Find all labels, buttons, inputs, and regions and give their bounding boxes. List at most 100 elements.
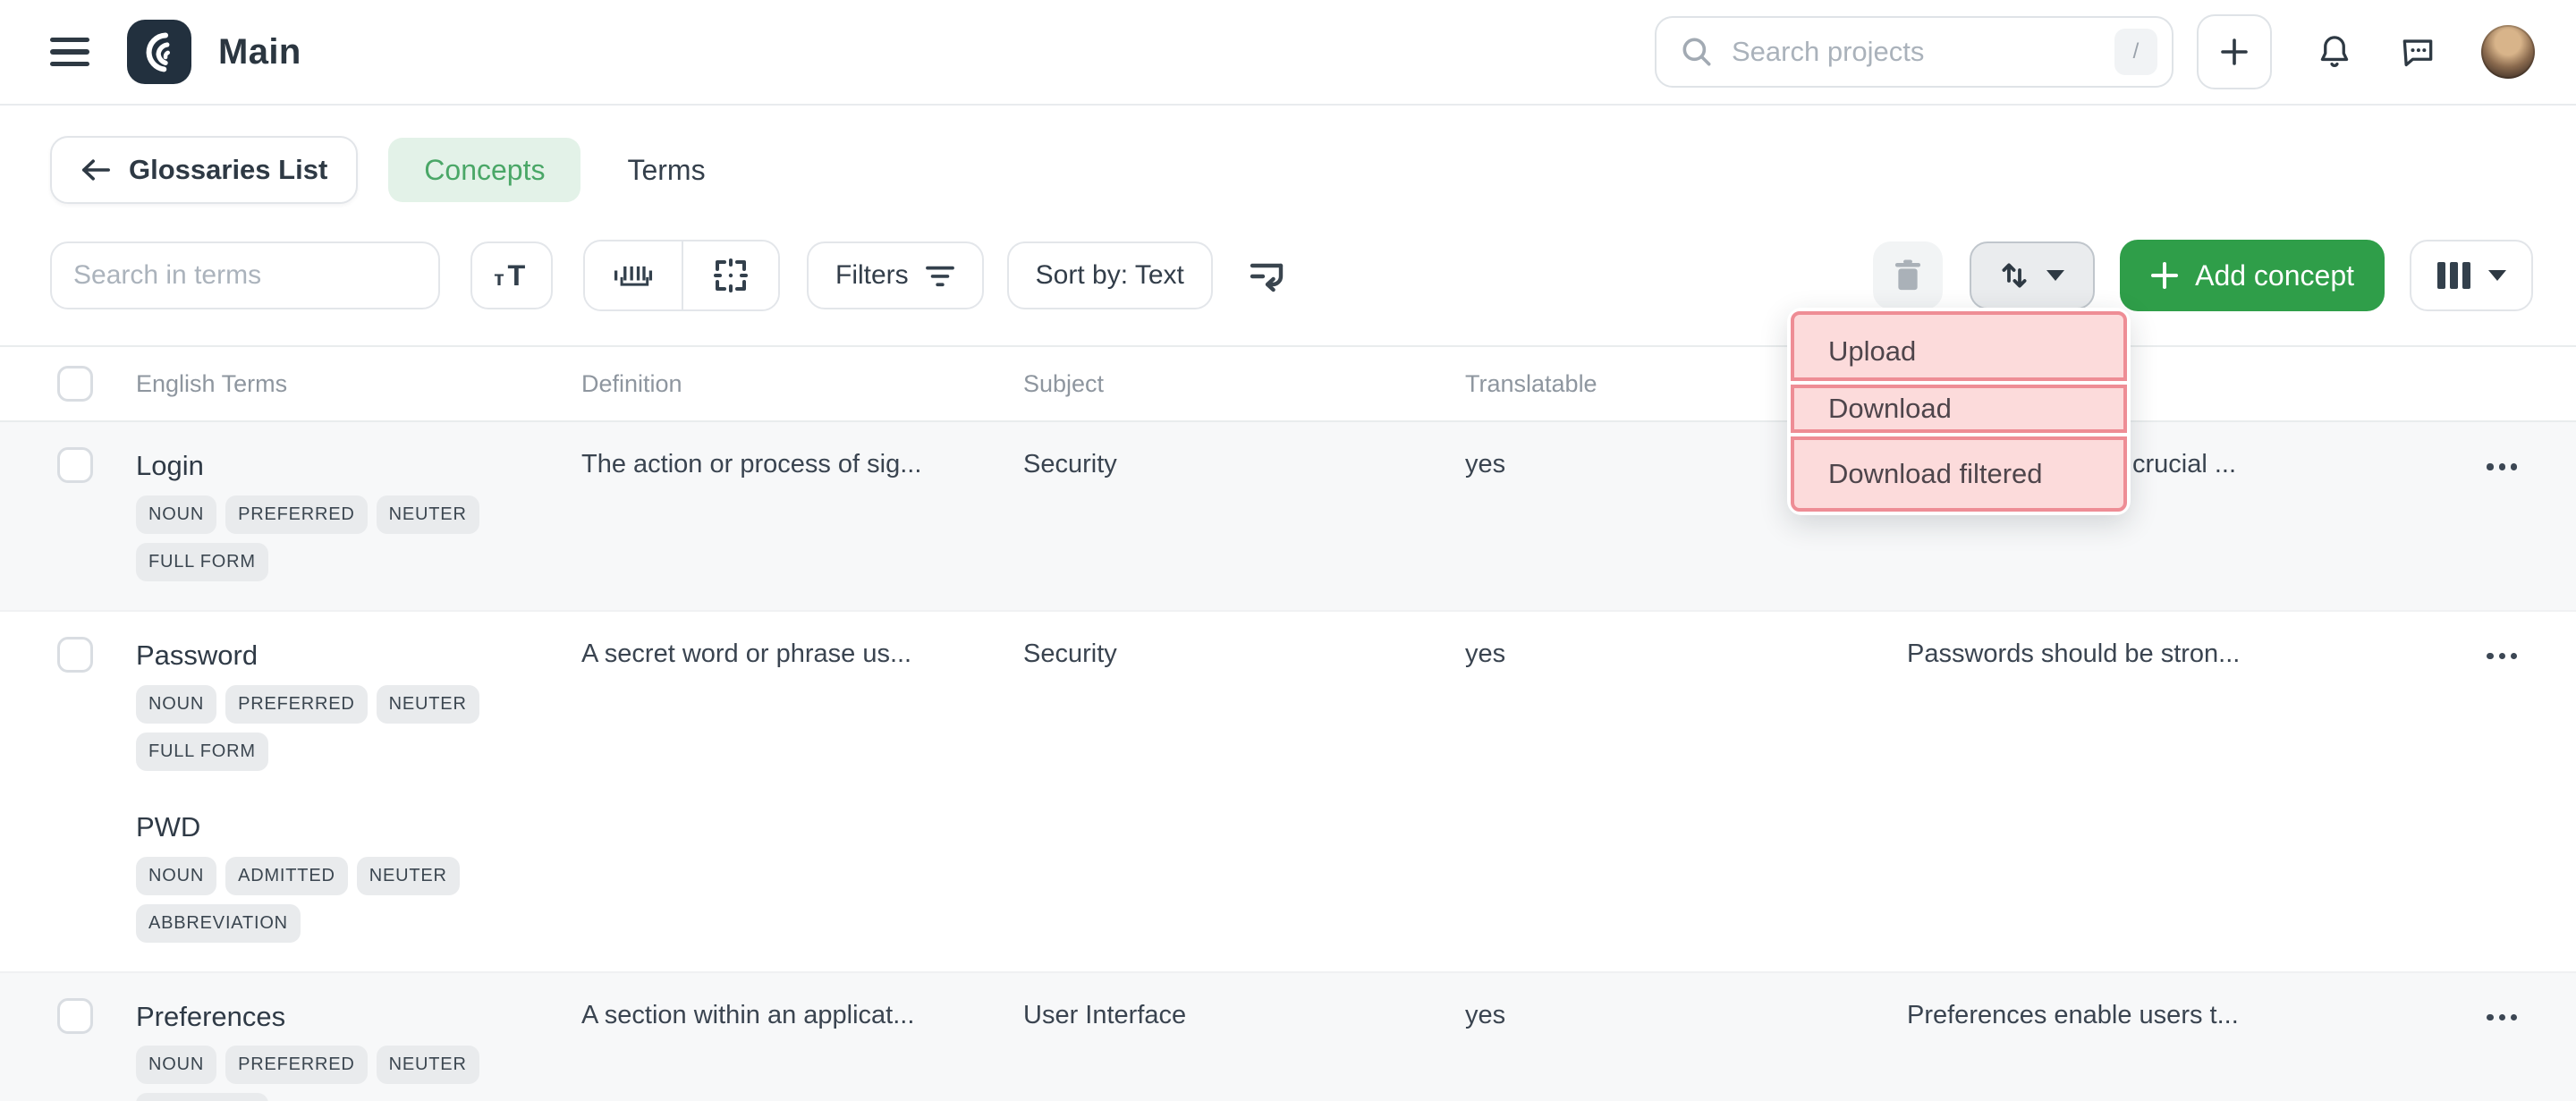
user-avatar[interactable] (2481, 25, 2535, 79)
exact-selection-button[interactable] (682, 241, 778, 309)
selection-frame-icon (711, 256, 750, 295)
plus-icon (2150, 261, 2179, 290)
table-header-row: English Terms Definition Subject Transla… (0, 345, 2576, 422)
row-actions-menu-button[interactable] (2487, 644, 2517, 669)
match-case-icon: т T (492, 259, 531, 292)
search-in-terms-input[interactable] (73, 260, 417, 291)
column-header-subject: Subject (1023, 370, 1465, 398)
whole-phrase-button[interactable] (585, 241, 682, 309)
term-block: Login NOUN PREFERRED NEUTER FULL FORM (136, 447, 564, 581)
term-badges: NOUN PREFERRED NEUTER FULL FORM (136, 495, 562, 581)
term-badge: PREFERRED (225, 1046, 368, 1084)
create-project-button[interactable] (2197, 14, 2272, 89)
top-bar: Main / (0, 0, 2576, 106)
definition-cell: The action or process of sig... (581, 447, 1023, 581)
row-checkbox[interactable] (57, 998, 93, 1034)
table-row[interactable]: Preferences NOUN PREFERRED NEUTER FULL F… (0, 971, 2576, 1101)
menu-item-download-filtered[interactable]: Download filtered (1791, 436, 2127, 512)
app-window: Main / (0, 0, 2576, 1101)
logo-arcs-icon (132, 25, 186, 79)
filters-button-label: Filters (835, 260, 909, 291)
project-search[interactable]: / (1655, 16, 2174, 88)
note-cell: Preferences enable users t... (1907, 998, 2433, 1101)
term-badge: PREFERRED (225, 495, 368, 534)
columns-settings-button[interactable] (2410, 240, 2533, 311)
terms-search[interactable] (50, 241, 440, 309)
term-title: PWD (136, 809, 564, 846)
term-badge: NOUN (136, 685, 216, 724)
toolbar-right-group: Add concept (1873, 240, 2533, 311)
column-header-definition: Definition (581, 370, 1023, 398)
term-badge: FULL FORM (136, 733, 268, 771)
back-to-glossaries-button[interactable]: Glossaries List (50, 136, 358, 204)
table-row[interactable]: Login NOUN PREFERRED NEUTER FULL FORM Th… (0, 422, 2576, 610)
term-badge: NOUN (136, 1046, 216, 1084)
add-concept-button[interactable]: Add concept (2120, 240, 2385, 311)
barcode-icon (612, 258, 655, 293)
columns-icon (2437, 262, 2470, 289)
arrow-left-icon (80, 157, 111, 182)
page-title: Main (218, 32, 301, 72)
term-badges: NOUN PREFERRED NEUTER FULL FORM (136, 685, 562, 771)
definition-cell: A secret word or phrase us... (581, 637, 1023, 943)
tab-concepts[interactable]: Concepts (388, 138, 580, 202)
term-badge: ABBREVIATION (136, 904, 301, 943)
concepts-toolbar: т T (0, 240, 2576, 311)
term-badges: NOUN PREFERRED NEUTER FULL FORM (136, 1046, 562, 1101)
search-projects-input[interactable] (1732, 36, 2114, 68)
bell-icon (2315, 31, 2354, 72)
chevron-down-icon (2046, 270, 2064, 281)
search-shortcut-hint: / (2114, 29, 2157, 75)
search-icon (1680, 35, 1714, 69)
row-actions-menu-button[interactable] (2487, 454, 2517, 479)
glossary-nav: Glossaries List Concepts Terms (50, 136, 2576, 204)
table-row[interactable]: Password NOUN PREFERRED NEUTER FULL FORM… (0, 610, 2576, 971)
hamburger-menu-icon[interactable] (50, 38, 89, 66)
translatable-cell: yes (1465, 637, 1907, 943)
row-actions-menu-button[interactable] (2487, 1005, 2517, 1030)
subject-cell: Security (1023, 637, 1465, 943)
delete-concepts-button[interactable] (1873, 241, 1943, 309)
term-title: Password (136, 637, 564, 674)
column-header-terms: English Terms (136, 370, 581, 398)
top-bar-right: / (1655, 14, 2535, 89)
sort-by-button[interactable]: Sort by: Text (1007, 241, 1213, 309)
svg-text:T: T (508, 259, 526, 292)
match-mode-button-group (583, 240, 780, 311)
term-badge: NEUTER (377, 495, 479, 534)
subject-cell: Security (1023, 447, 1465, 581)
app-logo[interactable] (127, 20, 191, 84)
trash-icon (1892, 258, 1924, 292)
messages-button[interactable] (2397, 32, 2438, 72)
sort-by-button-label: Sort by: Text (1036, 260, 1184, 291)
tab-terms[interactable]: Terms (627, 154, 705, 187)
filters-button[interactable]: Filters (807, 241, 984, 309)
subject-cell: User Interface (1023, 998, 1465, 1101)
notifications-button[interactable] (2315, 31, 2354, 72)
import-export-dropdown-button[interactable] (1970, 241, 2095, 309)
term-badge: NEUTER (357, 857, 460, 895)
concepts-table: English Terms Definition Subject Transla… (0, 345, 2576, 1101)
term-badge: NOUN (136, 495, 216, 534)
filter-lines-icon (925, 263, 955, 288)
match-case-button[interactable]: т T (470, 241, 553, 309)
term-block: PWD NOUN ADMITTED NEUTER ABBREVIATION (136, 809, 564, 943)
term-badge: FULL FORM (136, 543, 268, 581)
select-all-checkbox[interactable] (57, 366, 93, 402)
menu-item-upload[interactable]: Upload (1791, 311, 2127, 381)
term-badges: NOUN ADMITTED NEUTER ABBREVIATION (136, 857, 562, 943)
row-checkbox[interactable] (57, 447, 93, 483)
row-checkbox[interactable] (57, 637, 93, 673)
term-block: Password NOUN PREFERRED NEUTER FULL FORM (136, 637, 564, 771)
term-badge: NEUTER (377, 1046, 479, 1084)
note-cell: Passwords should be stron... (1907, 637, 2433, 943)
menu-item-download[interactable]: Download (1791, 385, 2127, 433)
svg-text:т: т (494, 267, 504, 290)
term-badge: ADMITTED (225, 857, 348, 895)
term-badge: NOUN (136, 857, 216, 895)
wrap-lines-button[interactable] (1247, 258, 1286, 293)
term-title: Preferences (136, 998, 564, 1036)
term-badge: FULL FORM (136, 1093, 268, 1101)
term-title: Login (136, 447, 564, 485)
import-export-menu: Upload Download Download filtered (1787, 308, 2131, 515)
